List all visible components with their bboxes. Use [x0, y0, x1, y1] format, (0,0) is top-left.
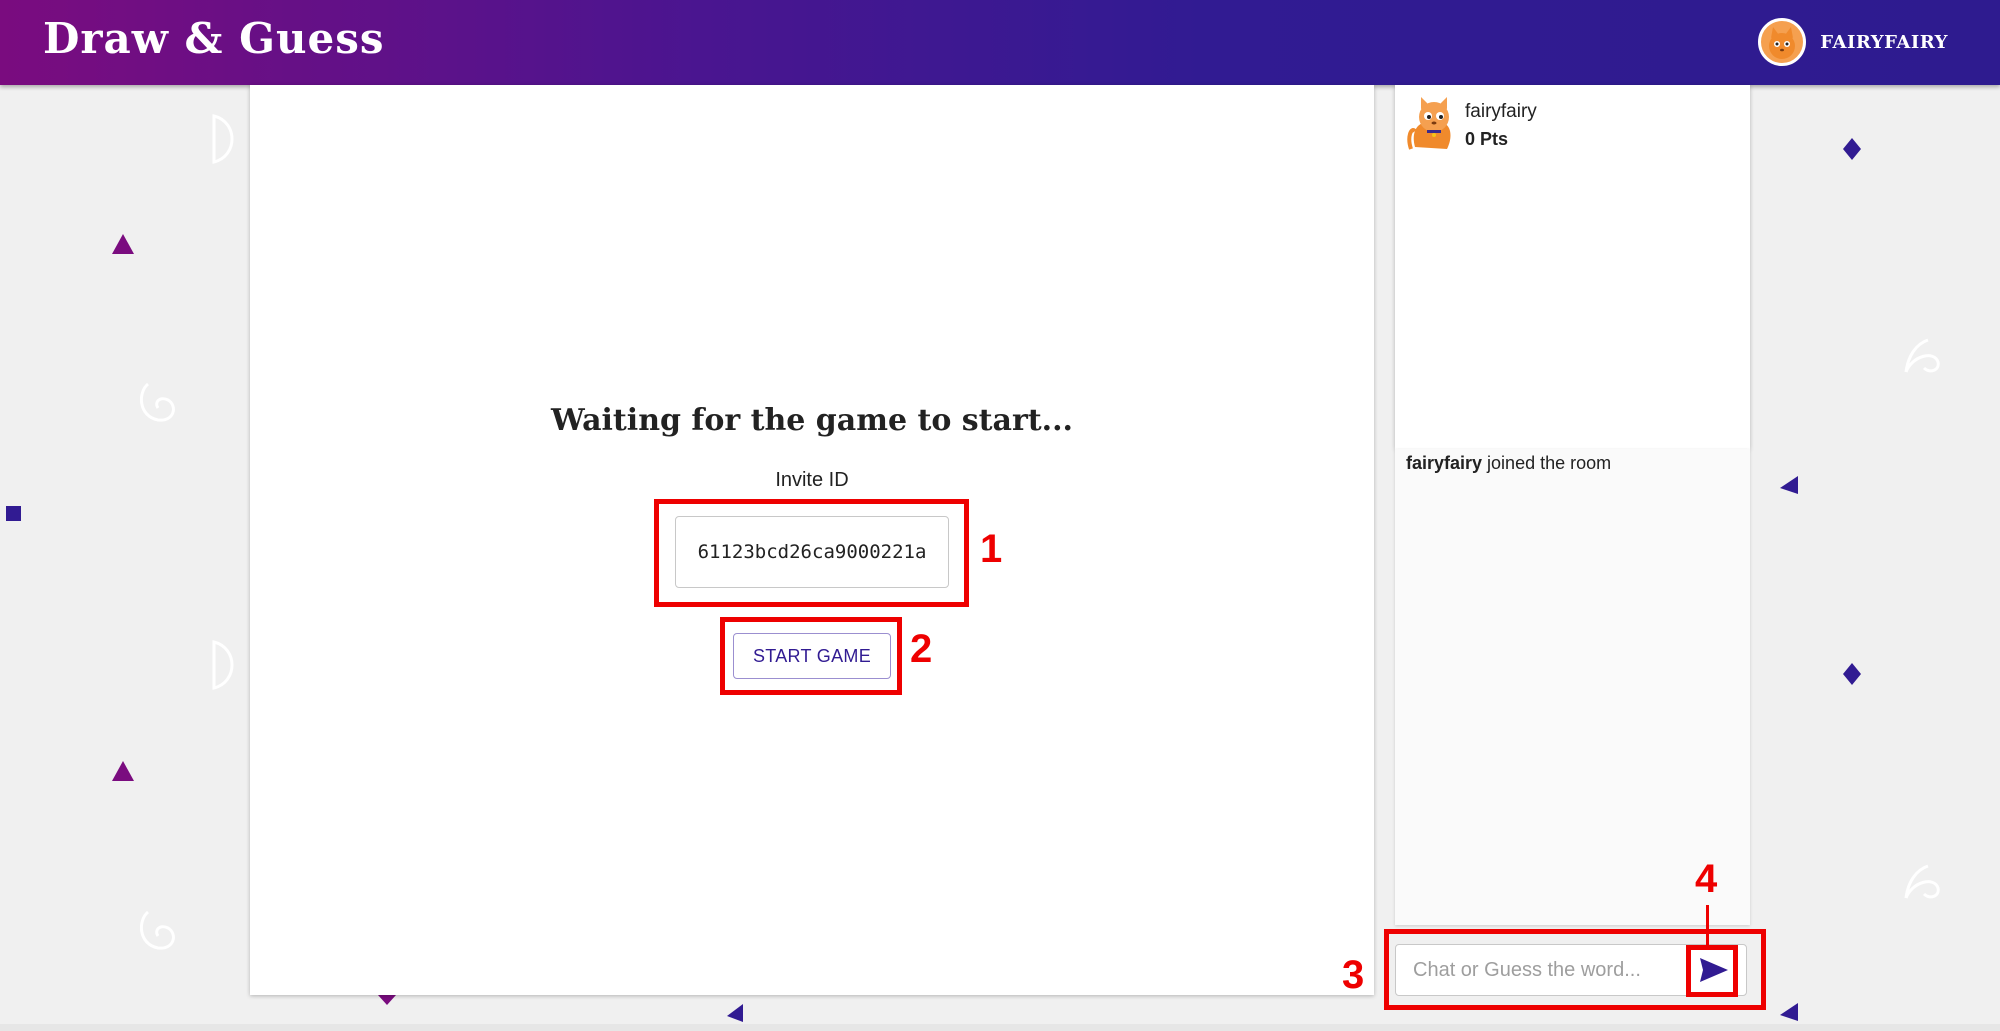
curve-decoration-icon	[212, 114, 234, 164]
spiral-decoration-icon	[139, 910, 175, 950]
annotation-number-2: 2	[910, 627, 933, 671]
triangle-decoration-icon	[112, 234, 134, 254]
triangle-decoration-icon	[112, 761, 134, 781]
annotation-leader-line	[1706, 905, 1709, 949]
invite-id-label: Invite ID	[775, 469, 849, 491]
diamond-decoration-icon	[1843, 663, 1861, 685]
annotation-number-4: 4	[1695, 857, 1718, 901]
cat-avatar-icon	[1407, 97, 1451, 150]
chat-message-text: joined the room	[1482, 453, 1612, 473]
chat-message-user: fairyfairy	[1406, 453, 1483, 473]
cat-avatar-icon	[1769, 27, 1796, 59]
player-points: 0 Pts	[1465, 129, 1509, 149]
triangle-decoration-icon	[727, 1004, 743, 1022]
square-decoration-icon	[6, 506, 21, 521]
annotation-box-4	[1686, 945, 1738, 997]
chat-message: fairyfairy joined the room	[1406, 453, 1611, 474]
triangle-decoration-icon	[378, 995, 396, 1005]
player-name: fairyfairy	[1465, 101, 1537, 122]
bottom-scroll-area	[0, 1024, 2000, 1031]
app-header: Draw & Guess FAIRYFAIRY	[0, 0, 2000, 85]
swirl-decoration-icon	[1904, 338, 1940, 373]
annotation-number-1: 1	[980, 527, 1003, 571]
annotation-box-2	[720, 617, 902, 695]
curve-decoration-icon	[212, 640, 234, 690]
spiral-decoration-icon	[139, 382, 175, 422]
user-menu[interactable]: FAIRYFAIRY	[1758, 16, 1948, 68]
triangle-decoration-icon	[1780, 1003, 1798, 1021]
triangle-decoration-icon	[1780, 476, 1798, 494]
user-name[interactable]: FAIRYFAIRY	[1820, 32, 1948, 53]
chat-panel: fairyfairy joined the room	[1395, 449, 1750, 925]
swirl-decoration-icon	[1904, 864, 1940, 899]
player-item: fairyfairy 0 Pts	[1407, 97, 1537, 153]
user-avatar[interactable]	[1758, 18, 1807, 66]
players-panel: fairyfairy 0 Pts	[1395, 85, 1750, 449]
app-logo-title[interactable]: Draw & Guess	[43, 14, 385, 63]
annotation-number-3: 3	[1342, 953, 1365, 997]
annotation-box-1	[654, 499, 969, 607]
diamond-decoration-icon	[1843, 138, 1861, 160]
waiting-title: Waiting for the game to start...	[551, 403, 1073, 438]
